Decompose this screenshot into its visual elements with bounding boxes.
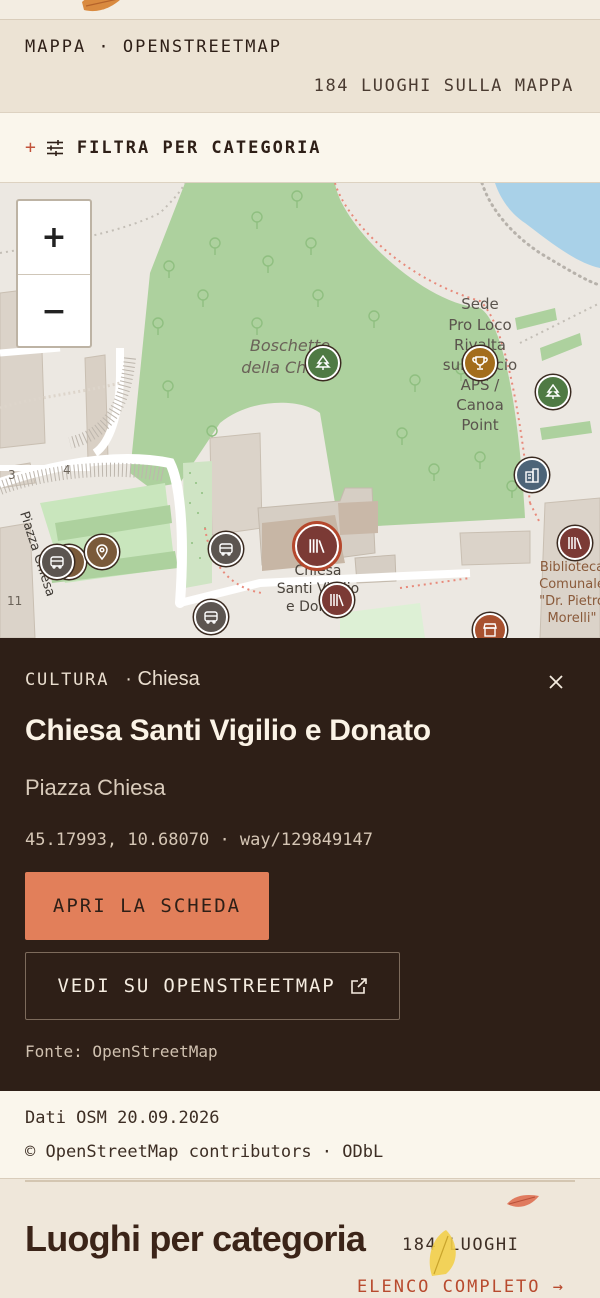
expand-icon: +: [25, 137, 36, 158]
map-marker-bus-stop[interactable]: [194, 600, 228, 634]
library-icon: [568, 537, 582, 550]
osm-data-date: Dati OSM 20.09.2026: [25, 1108, 220, 1128]
close-icon[interactable]: [548, 674, 564, 690]
page-title: MAPPA · OPENSTREETMAP: [25, 37, 282, 57]
leaf-icon: [82, 0, 120, 11]
map-view[interactable]: Boschetto della Chiesa Sede Pro Loco Riv…: [0, 183, 600, 638]
sliders-icon: [46, 139, 64, 157]
osm-copyright[interactable]: © OpenStreetMap contributors · ODbL: [25, 1142, 383, 1162]
map-label-proloco: Canoa: [456, 396, 504, 414]
data-source: Fonte: OpenStreetMap: [25, 1042, 218, 1061]
category-label: CULTURA: [25, 670, 110, 690]
map-marker-library[interactable]: [558, 526, 592, 560]
attribution: Dati OSM 20.09.2026 © OpenStreetMap cont…: [0, 1091, 600, 1179]
section-title: Luoghi per categoria: [25, 1218, 366, 1259]
trophy-icon: [472, 356, 488, 370]
open-details-button[interactable]: APRI LA SCHEDA: [25, 872, 269, 940]
tree-icon: [315, 355, 331, 370]
osm-button-label: VEDI SU OPENSTREETMAP: [57, 975, 336, 997]
map-label-library: "Dr. Pietro: [539, 594, 600, 609]
map-marker-park[interactable]: [306, 346, 340, 380]
filter-label: FILTRA PER CATEGORIA: [76, 137, 322, 158]
map-house-number: 11: [7, 594, 22, 608]
map-marker-church-selected[interactable]: [295, 524, 339, 568]
leaf-icon: [429, 1230, 456, 1276]
building-icon: [525, 468, 539, 483]
place-title: Chiesa Santi Vigilio e Donato: [25, 714, 431, 747]
section-divider: [25, 1180, 575, 1182]
map-header: MAPPA · OPENSTREETMAP 184 LUOGHI SULLA M…: [0, 20, 600, 113]
zoom-in-button[interactable]: +: [18, 201, 90, 274]
pin-icon: [96, 544, 108, 560]
place-detail-panel: CULTURA · Chiesa Chiesa Santi Vigilio e …: [0, 638, 600, 1091]
subcategory-label: · Chiesa: [125, 668, 200, 690]
map-label-library: Biblioteca: [540, 560, 600, 575]
tree-icon: [545, 384, 561, 399]
leaf-icon: [507, 1194, 539, 1207]
map-marker-park[interactable]: [536, 375, 570, 409]
bus-icon: [219, 543, 233, 556]
map-marker-library[interactable]: [320, 583, 354, 617]
map-label-proloco: Pro Loco: [448, 316, 511, 334]
map-label-proloco: Point: [461, 416, 498, 434]
bus-icon: [50, 556, 64, 569]
map-marker-proloco[interactable]: [463, 346, 497, 380]
map-marker-building[interactable]: [515, 458, 549, 492]
place-category: CULTURA · Chiesa: [25, 668, 200, 691]
map-house-number: 4: [63, 463, 71, 477]
place-address: Piazza Chiesa: [25, 775, 166, 800]
map-label-library: Morelli": [547, 611, 596, 626]
map-marker-place[interactable]: [85, 535, 119, 569]
map-marker-bus-stop[interactable]: [209, 532, 243, 566]
view-on-osm-button[interactable]: VEDI SU OPENSTREETMAP: [25, 952, 400, 1020]
places-count: 184 LUOGHI SULLA MAPPA: [313, 76, 574, 96]
library-icon: [330, 594, 344, 607]
zoom-control: + −: [16, 199, 92, 348]
map-label-library: Comunale: [539, 577, 600, 592]
bus-icon: [204, 611, 218, 624]
category-filter-toggle[interactable]: + FILTRA PER CATEGORIA: [0, 113, 600, 183]
map-marker-bus-stop[interactable]: [40, 545, 74, 579]
place-coordinates: 45.17993, 10.68070 · way/129849147: [25, 830, 373, 850]
map-label-proloco: Sede: [461, 295, 499, 313]
full-list-link[interactable]: ELENCO COMPLETO →: [357, 1277, 565, 1297]
map-house-number: 3: [8, 468, 16, 482]
top-strip: [0, 0, 600, 20]
shop-icon: [483, 623, 497, 637]
external-link-icon: [350, 978, 367, 994]
library-icon: [309, 539, 325, 554]
zoom-out-button[interactable]: −: [18, 274, 90, 347]
